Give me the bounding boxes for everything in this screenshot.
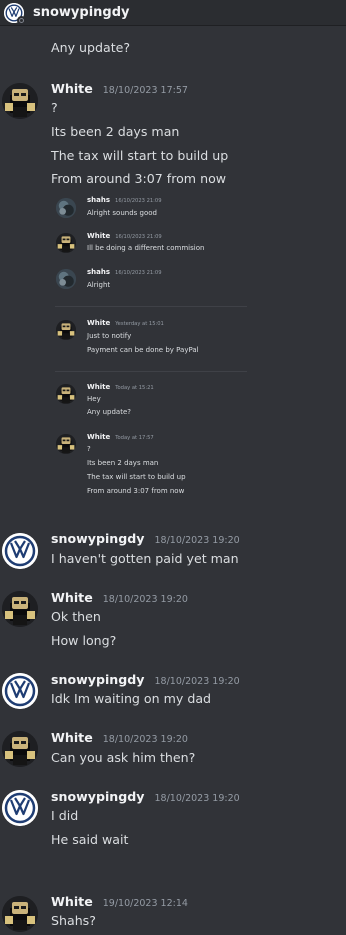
embed-message-line: ? [87, 445, 91, 453]
message-header: snowypingdy 18/10/2023 19:20 [51, 789, 240, 804]
username[interactable]: snowypingdy [51, 531, 145, 546]
timestamp: 18/10/2023 19:20 [154, 535, 240, 546]
avatar[interactable] [2, 731, 38, 767]
message-header: snowypingdy 18/10/2023 19:20 [51, 672, 240, 687]
username[interactable]: White [51, 590, 93, 605]
message-line: I haven't gotten paid yet man [51, 551, 239, 566]
embed-message-header: shahs 16/10/2023 21:09 [87, 268, 162, 276]
message-header: White 18/10/2023 17:57 [51, 81, 188, 96]
message-header: White 19/10/2023 12:14 [51, 894, 188, 909]
message-header: White 18/10/2023 19:20 [51, 730, 188, 745]
avatar [56, 384, 76, 404]
avatar [56, 269, 76, 289]
message-line: How long? [51, 633, 117, 648]
avatar[interactable] [2, 790, 38, 826]
embed-message-line: Hey [87, 395, 101, 403]
avatar [56, 198, 76, 218]
avatar[interactable] [2, 896, 38, 932]
avatar [56, 233, 76, 253]
embed-message-line: Any update? [87, 408, 131, 416]
avatar[interactable] [2, 591, 38, 627]
embed-message-header: White Today at 15:21 [87, 383, 154, 391]
message-header: snowypingdy 18/10/2023 19:20 [51, 531, 240, 546]
divider [55, 306, 247, 307]
message-line: ? [51, 100, 58, 115]
embed-message-line: Alright [87, 281, 111, 289]
username[interactable]: snowypingdy [51, 789, 145, 804]
embed-message-line: From around 3:07 from now [87, 487, 185, 495]
username[interactable]: White [51, 81, 93, 96]
username[interactable]: snowypingdy [51, 672, 145, 687]
embed-message-line: Alright sounds good [87, 209, 157, 217]
timestamp: 19/10/2023 12:14 [102, 898, 188, 909]
message-line: I did [51, 808, 79, 823]
timestamp: 18/10/2023 17:57 [102, 85, 188, 96]
embed-message-line: Its been 2 days man [87, 459, 159, 467]
volkswagen-logo-icon[interactable] [4, 2, 26, 25]
message-line: Ok then [51, 609, 101, 624]
timestamp: 18/10/2023 19:20 [102, 734, 188, 745]
dm-header[interactable]: snowypingdy [0, 0, 346, 26]
avatar[interactable] [2, 673, 38, 709]
timestamp: 18/10/2023 19:20 [154, 676, 240, 687]
message-line: He said wait [51, 832, 129, 847]
offline-status-icon [17, 15, 26, 25]
divider [55, 371, 247, 372]
message-line: Any update? [51, 40, 131, 55]
embedded-screenshot-image[interactable]: shahs 16/10/2023 21:09 Alright sounds goo… [51, 190, 251, 508]
timestamp: 18/10/2023 19:20 [102, 594, 188, 605]
dm-title: snowypingdy [33, 5, 130, 20]
timestamp: 18/10/2023 19:20 [154, 793, 240, 804]
message-line: Idk Im waiting on my dad [51, 691, 212, 706]
embed-message-line: Just to notify [87, 332, 132, 340]
embed-message-line: Ill be doing a different commision [87, 244, 205, 252]
avatar[interactable] [2, 83, 38, 119]
username[interactable]: White [51, 730, 93, 745]
message-line: Can you ask him then? [51, 750, 196, 765]
avatar [56, 434, 76, 454]
embed-message-line: The tax will start to build up [87, 473, 186, 481]
embed-message-header: White Today at 17:57 [87, 433, 154, 441]
message-header: White 18/10/2023 19:20 [51, 590, 188, 605]
message-line: Its been 2 days man [51, 124, 180, 139]
avatar [56, 320, 76, 340]
embed-message-header: White 16/10/2023 21:09 [87, 232, 162, 240]
message-line: From around 3:07 from now [51, 171, 227, 186]
message-line: Shahs? [51, 913, 96, 928]
embed-message-line: Payment can be done by PayPal [87, 346, 199, 354]
avatar[interactable] [2, 533, 38, 569]
embed-message-header: shahs 16/10/2023 21:09 [87, 196, 162, 204]
message-line: The tax will start to build up [51, 148, 229, 163]
embed-message-header: White Yesterday at 15:01 [87, 319, 164, 327]
username[interactable]: White [51, 894, 93, 909]
